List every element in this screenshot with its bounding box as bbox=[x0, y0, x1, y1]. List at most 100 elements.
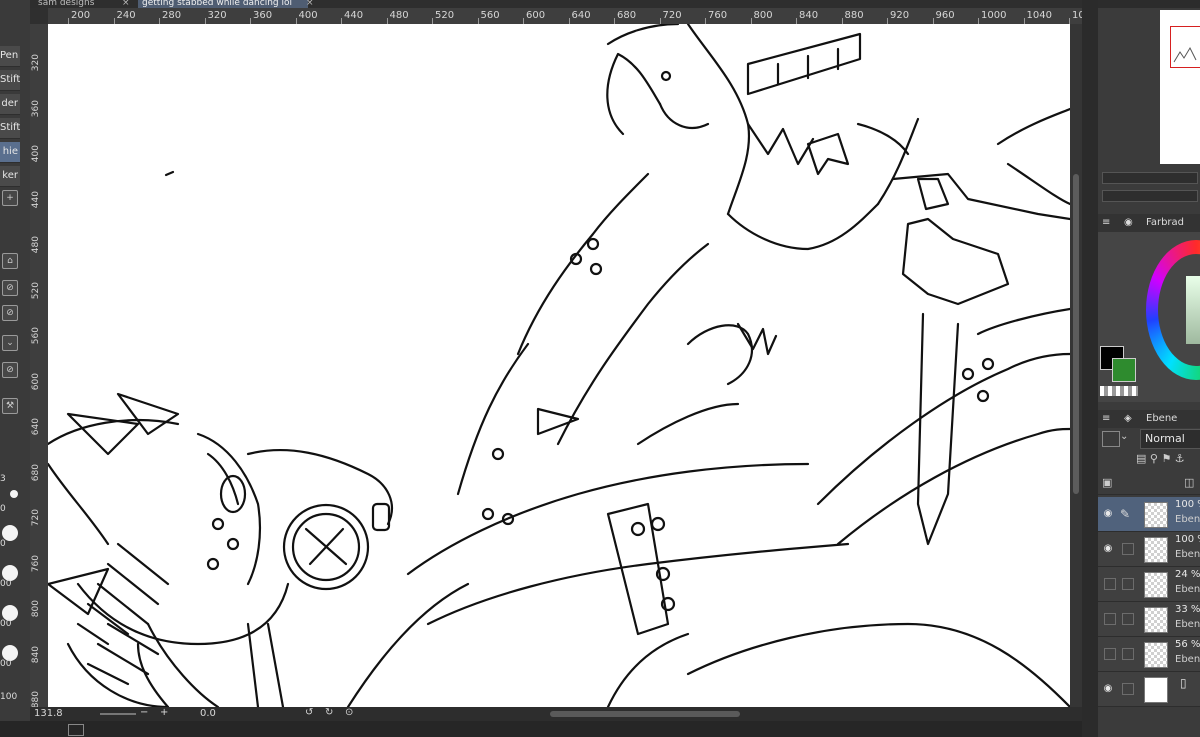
navigator-slider-zoom[interactable] bbox=[1102, 172, 1198, 184]
layer-checkbox[interactable] bbox=[1122, 578, 1134, 590]
ruler-left-label: 720 bbox=[31, 509, 41, 527]
tool-pencil[interactable]: Stift bbox=[0, 70, 20, 91]
rotate-right-icon[interactable]: ↻ bbox=[325, 707, 333, 718]
reset-rotation-icon[interactable]: ⊙ bbox=[345, 707, 353, 718]
eye-icon[interactable]: ◉ bbox=[1102, 508, 1114, 520]
scroll-thumb[interactable] bbox=[1073, 174, 1079, 494]
tab-color-wheel[interactable]: Farbrad bbox=[1146, 214, 1184, 232]
ruler-top-label: 1040 bbox=[1026, 10, 1052, 21]
rotate-value[interactable]: 0.0 bbox=[200, 708, 216, 719]
brush-size-label: 00 bbox=[0, 619, 12, 629]
drawing-canvas[interactable] bbox=[48, 24, 1070, 707]
layer-property-icon[interactable]: ▣ bbox=[1102, 476, 1112, 489]
layer-row[interactable]: 56 % Ebene bbox=[1098, 637, 1200, 672]
tool-pen[interactable]: Pen bbox=[0, 46, 20, 67]
wrench-icon[interactable]: ⚒ bbox=[2, 398, 18, 414]
canvas-bottom-bar: 131.8 − + 0.0 ↺ ↻ ⊙ bbox=[30, 707, 1082, 721]
brush-size-item[interactable]: 00 bbox=[0, 605, 18, 629]
brush-size-item[interactable]: 100 bbox=[0, 678, 18, 702]
layer-checkbox[interactable] bbox=[1122, 543, 1134, 555]
saturation-box[interactable] bbox=[1186, 276, 1200, 344]
transparent-color-swatch[interactable] bbox=[1100, 386, 1138, 396]
menu-icon[interactable]: ≡ bbox=[1102, 214, 1110, 232]
chevron-down-icon[interactable]: ⌄ bbox=[1120, 431, 1134, 445]
ruler-top-label: 720 bbox=[662, 10, 682, 21]
navigator-slider-rotate[interactable] bbox=[1102, 190, 1198, 202]
rotate-left-icon[interactable]: ↺ bbox=[305, 707, 313, 718]
sub-color-swatch[interactable] bbox=[1112, 358, 1136, 382]
brush-size-item[interactable]: 00 bbox=[0, 645, 18, 669]
eye-icon[interactable]: ◉ bbox=[1102, 543, 1114, 555]
layer-name: Ebene bbox=[1175, 514, 1200, 525]
visibility-toggle[interactable] bbox=[1104, 648, 1116, 660]
tool-marker[interactable]: der bbox=[0, 94, 20, 115]
layer-thumbnail bbox=[1144, 677, 1168, 703]
eye-icon[interactable]: ◉ bbox=[1102, 683, 1114, 695]
close-icon[interactable]: × bbox=[122, 0, 130, 8]
brush-dot bbox=[10, 490, 18, 498]
navigator-icon[interactable] bbox=[68, 724, 84, 736]
layer-row-paper[interactable]: ◉ ▯ bbox=[1098, 672, 1200, 707]
layer-name: Ebene bbox=[1175, 549, 1200, 560]
brush-size-label: 100 bbox=[0, 692, 18, 702]
layer-row[interactable]: 24 % Ebene bbox=[1098, 567, 1200, 602]
menu-icon[interactable]: ≡ bbox=[1102, 410, 1110, 428]
zoom-slider[interactable] bbox=[100, 713, 136, 715]
ruler-left-label: 840 bbox=[31, 645, 41, 663]
tab-sam-designs[interactable]: sam designs bbox=[34, 0, 124, 8]
horizontal-scrollbar[interactable] bbox=[550, 711, 740, 717]
zoom-in-icon[interactable]: + bbox=[160, 707, 168, 718]
tool-active[interactable]: hie bbox=[0, 142, 20, 163]
vertical-scrollbar[interactable] bbox=[1070, 24, 1082, 707]
brush-size-label: 3 bbox=[0, 474, 6, 484]
navigator-header bbox=[1098, 0, 1200, 8]
tool-pencil-2[interactable]: Stift bbox=[0, 118, 20, 139]
panel-gap bbox=[1082, 0, 1098, 737]
brush-size-label: 00 bbox=[0, 659, 12, 669]
brush-size-label: 0 bbox=[0, 504, 6, 514]
ruler-left-label: 320 bbox=[31, 54, 41, 72]
tab-layer[interactable]: Ebene bbox=[1146, 410, 1177, 428]
zoom-out-icon[interactable]: − bbox=[140, 707, 148, 718]
layer-checkbox[interactable] bbox=[1122, 683, 1134, 695]
ruler-left-label: 440 bbox=[31, 190, 41, 208]
ruler-top-label: 1000 bbox=[981, 10, 1007, 21]
chevron-down-icon[interactable]: ⌄ bbox=[2, 335, 18, 351]
ruler-top-label: 280 bbox=[162, 10, 182, 21]
brush-size-item[interactable]: 0 bbox=[0, 490, 18, 514]
visibility-toggle[interactable] bbox=[1104, 578, 1116, 590]
blend-mode-select[interactable]: Normal bbox=[1140, 429, 1200, 449]
paper-icon: ▯ bbox=[1180, 676, 1187, 690]
brush-size-item[interactable]: 00 bbox=[0, 565, 18, 589]
layer-opacity: 100 % bbox=[1175, 534, 1200, 545]
lock-icon[interactable]: ⌂ bbox=[2, 253, 18, 269]
setting-icon-2[interactable]: ⊘ bbox=[2, 305, 18, 321]
tool-panel: Pen Stift der Stift hie ker + ⌂ ⊘ ⊘ ⌄ ⊘ … bbox=[0, 0, 30, 737]
layer-row[interactable]: ◉ ✎ 100 % Ebene bbox=[1098, 497, 1200, 532]
layer-checkbox[interactable] bbox=[1122, 648, 1134, 660]
setting-icon-3[interactable]: ⊘ bbox=[2, 362, 18, 378]
layer-row[interactable]: 33 % Ebene bbox=[1098, 602, 1200, 637]
layer-row[interactable]: ◉ 100 % Ebene bbox=[1098, 532, 1200, 567]
add-tool-icon[interactable]: + bbox=[2, 190, 18, 206]
brush-size-item[interactable]: 3 bbox=[0, 460, 18, 484]
color-wheel[interactable] bbox=[1146, 240, 1200, 380]
tool-marker-2[interactable]: ker bbox=[0, 166, 20, 187]
tab-getting-stabbed[interactable]: getting stabbed while dancing lol bbox=[138, 0, 308, 8]
layer-color-icon[interactable] bbox=[1102, 431, 1120, 447]
ruler-top-label: 560 bbox=[480, 10, 500, 21]
ruler-top-label: 240 bbox=[116, 10, 136, 21]
navigator-preview[interactable] bbox=[1160, 10, 1200, 164]
visibility-toggle[interactable] bbox=[1104, 613, 1116, 625]
close-icon[interactable]: × bbox=[306, 0, 314, 8]
layer-tools-icon[interactable]: ▤ ⚲ ⚑ ⚓ bbox=[1136, 452, 1185, 465]
ruler-top-label: 520 bbox=[435, 10, 455, 21]
ruler-top-label: 440 bbox=[344, 10, 364, 21]
setting-icon[interactable]: ⊘ bbox=[2, 280, 18, 296]
layers-icon: ◈ bbox=[1124, 413, 1132, 424]
layer-new-icon[interactable]: ◫ bbox=[1184, 476, 1194, 489]
right-panel: ≡ ◉ Farbrad ≡ ◈ Ebene ⌄ Normal ▤ ⚲ ⚑ ⚓ ▣… bbox=[1098, 0, 1200, 737]
brush-size-item[interactable]: 0 bbox=[0, 525, 18, 549]
zoom-value[interactable]: 131.8 bbox=[34, 708, 63, 719]
layer-checkbox[interactable] bbox=[1122, 613, 1134, 625]
